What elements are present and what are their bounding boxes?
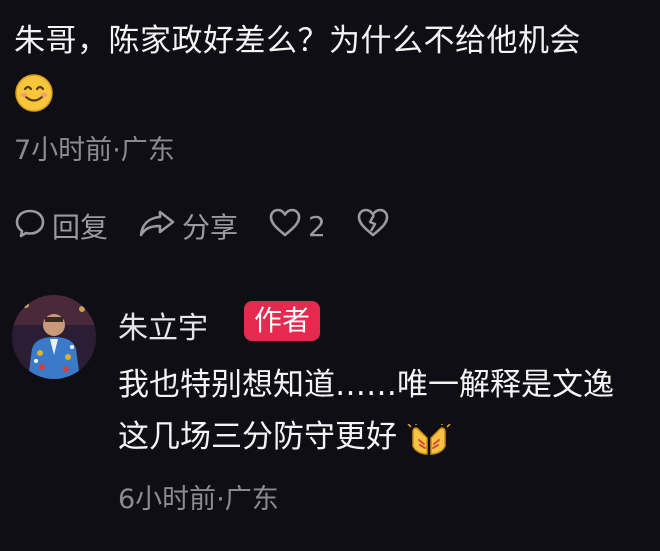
share-label: 分享 bbox=[182, 211, 239, 244]
comment-body: 朱哥，陈家政好差么？为什么不给他机会 bbox=[14, 23, 581, 59]
comment-actions: 回复 分享 2 bbox=[14, 206, 426, 246]
separator-dot: · bbox=[216, 484, 225, 515]
dislike-button[interactable] bbox=[356, 207, 396, 246]
reply-text: 我也特别想知道……唯一解释是文逸 这几场三分防守更好 bbox=[118, 359, 648, 463]
reply-label: 回复 bbox=[52, 211, 109, 244]
smiling-face-icon bbox=[14, 73, 54, 113]
clapping-hands-icon bbox=[407, 421, 451, 456]
share-arrow-icon bbox=[138, 207, 182, 246]
avatar[interactable] bbox=[12, 295, 96, 379]
broken-heart-icon bbox=[356, 207, 396, 246]
separator-dot: · bbox=[112, 135, 121, 166]
reply-time: 6小时前 bbox=[118, 484, 217, 515]
comment-text: 朱哥，陈家政好差么？为什么不给他机会 bbox=[14, 16, 644, 116]
like-count: 2 bbox=[308, 209, 326, 243]
reply-button[interactable]: 回复 bbox=[14, 206, 108, 246]
comment-location: 广东 bbox=[120, 135, 175, 166]
like-button[interactable]: 2 bbox=[268, 207, 326, 246]
heart-icon bbox=[268, 207, 308, 246]
comment-meta: 7小时前·广东 bbox=[14, 128, 175, 167]
reply-comment: 朱立宇 作者 我也特别想知道……唯一解释是文逸 这几场三分防守更好 6小时前·广… bbox=[12, 295, 652, 535]
comment-time: 7小时前 bbox=[14, 135, 113, 166]
chat-bubble-icon bbox=[14, 207, 52, 246]
author-name[interactable]: 朱立宇 bbox=[118, 303, 208, 347]
reply-line-1: 我也特别想知道……唯一解释是文逸 bbox=[118, 367, 614, 403]
author-badge: 作者 bbox=[244, 301, 321, 341]
reply-line-2: 这几场三分防守更好 bbox=[118, 419, 397, 455]
reply-meta: 6小时前·广东 bbox=[118, 477, 279, 516]
reply-location: 广东 bbox=[224, 484, 279, 515]
share-button[interactable]: 分享 bbox=[138, 206, 238, 246]
